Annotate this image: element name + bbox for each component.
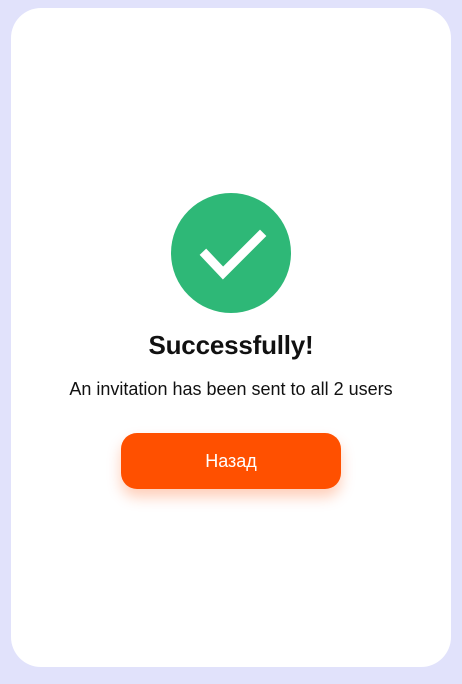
page: Successfully! An invitation has been sen… — [0, 0, 462, 684]
dialog-message: An invitation has been sent to all 2 use… — [69, 379, 393, 399]
check-icon — [171, 193, 291, 313]
dialog-title: Successfully! — [148, 330, 314, 360]
back-button[interactable]: Назад — [121, 433, 341, 489]
